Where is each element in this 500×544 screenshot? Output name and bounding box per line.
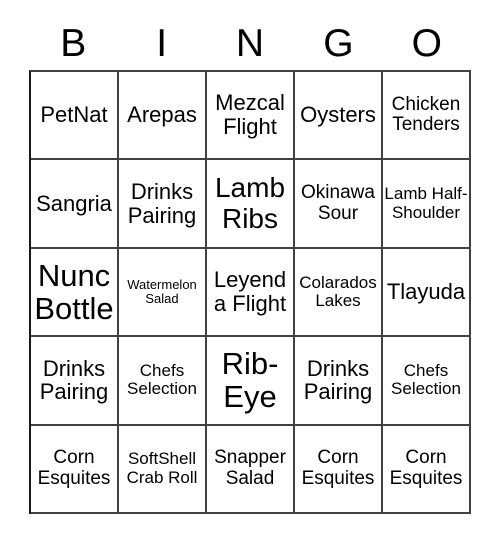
bingo-cell-label: Drinks Pairing — [303, 355, 373, 405]
bingo-cell[interactable]: Corn Esquites — [295, 425, 383, 514]
bingo-cell[interactable]: Chicken Tenders — [383, 72, 471, 161]
bingo-cell[interactable]: Drinks Pairing — [295, 337, 383, 426]
bingo-cell-label: Corn Esquites — [389, 447, 463, 489]
bingo-cell-label: Corn Esquites — [301, 447, 375, 489]
bingo-cell[interactable]: Corn Esquites — [31, 425, 119, 514]
bingo-cell-label: Leyenda Flight — [213, 267, 287, 316]
bingo-cell[interactable]: Oysters — [295, 72, 383, 161]
bingo-cell-label: Chefs Selection — [391, 361, 461, 399]
bingo-header: B I N G O — [29, 18, 471, 68]
bingo-header-letter-g: G — [323, 21, 354, 65]
bingo-cell[interactable]: Okinawa Sour — [295, 160, 383, 249]
bingo-cell[interactable]: Corn Esquites — [383, 425, 471, 514]
bingo-cell[interactable]: Colarados Lakes — [295, 248, 383, 338]
bingo-cell-label: Okinawa Sour — [301, 182, 375, 224]
bingo-cell[interactable]: Arepas — [119, 72, 207, 161]
bingo-grid: PetNat Arepas Mezcal Flight Oysters Chic… — [29, 70, 471, 514]
bingo-cell-label: SoftShell Crab Roll — [126, 449, 198, 487]
bingo-cell-label: Arepas — [127, 102, 197, 128]
bingo-cell[interactable]: Leyenda Flight — [207, 248, 295, 338]
bingo-cell-label: Oysters — [300, 102, 376, 128]
bingo-cell-label: Colarados Lakes — [299, 272, 377, 310]
bingo-cell[interactable]: Chefs Selection — [383, 337, 471, 426]
bingo-cell[interactable]: SoftShell Crab Roll — [119, 425, 207, 514]
bingo-cell[interactable]: Nunc Bottle — [31, 248, 119, 338]
bingo-cell-label: Drinks Pairing — [127, 178, 197, 228]
bingo-cell[interactable]: Lamb Half-Shoulder — [383, 160, 471, 249]
bingo-cell[interactable]: Lamb Ribs — [207, 160, 295, 249]
bingo-cell-label: Nunc Bottle — [34, 257, 114, 326]
bingo-cell[interactable]: Snapper Salad — [207, 425, 295, 514]
bingo-cell-label: Watermelon Salad — [127, 276, 197, 306]
bingo-cell-label: Lamb Ribs — [214, 172, 286, 234]
bingo-header-letter-o: O — [411, 21, 442, 65]
bingo-cell[interactable]: Chefs Selection — [119, 337, 207, 426]
bingo-cell-label: Chicken Tenders — [391, 93, 461, 136]
bingo-header-letter-i: I — [156, 21, 168, 65]
bingo-cell[interactable]: Sangria — [31, 160, 119, 249]
bingo-cell[interactable]: Tlayuda — [383, 248, 471, 338]
bingo-cell[interactable]: Watermelon Salad — [119, 248, 207, 338]
bingo-cell-label: Tlayuda — [386, 279, 466, 305]
bingo-cell-label: Drinks Pairing — [39, 355, 109, 405]
bingo-cell[interactable]: PetNat — [31, 72, 119, 161]
bingo-cell-label: Chefs Selection — [127, 361, 197, 399]
bingo-cell-label: Sangria — [36, 190, 112, 216]
bingo-cell[interactable]: Drinks Pairing — [31, 337, 119, 426]
bingo-cell-label: Lamb Half-Shoulder — [384, 184, 468, 222]
bingo-cell-label: Corn Esquites — [37, 447, 111, 489]
bingo-cell[interactable]: Rib-Eye — [207, 337, 295, 426]
bingo-header-letter-b: B — [60, 21, 87, 65]
bingo-cell-label: Rib-Eye — [221, 345, 279, 415]
bingo-cell-label: PetNat — [40, 102, 108, 128]
bingo-cell[interactable]: Mezcal Flight — [207, 72, 295, 161]
bingo-cell-label: Snapper Salad — [214, 447, 286, 489]
bingo-header-letter-n: N — [235, 21, 265, 65]
bingo-cell[interactable]: Drinks Pairing — [119, 160, 207, 249]
bingo-card: B I N G O PetNat Arepas Mezcal Flight Oy… — [0, 0, 500, 544]
bingo-cell-label: Mezcal Flight — [215, 90, 285, 140]
